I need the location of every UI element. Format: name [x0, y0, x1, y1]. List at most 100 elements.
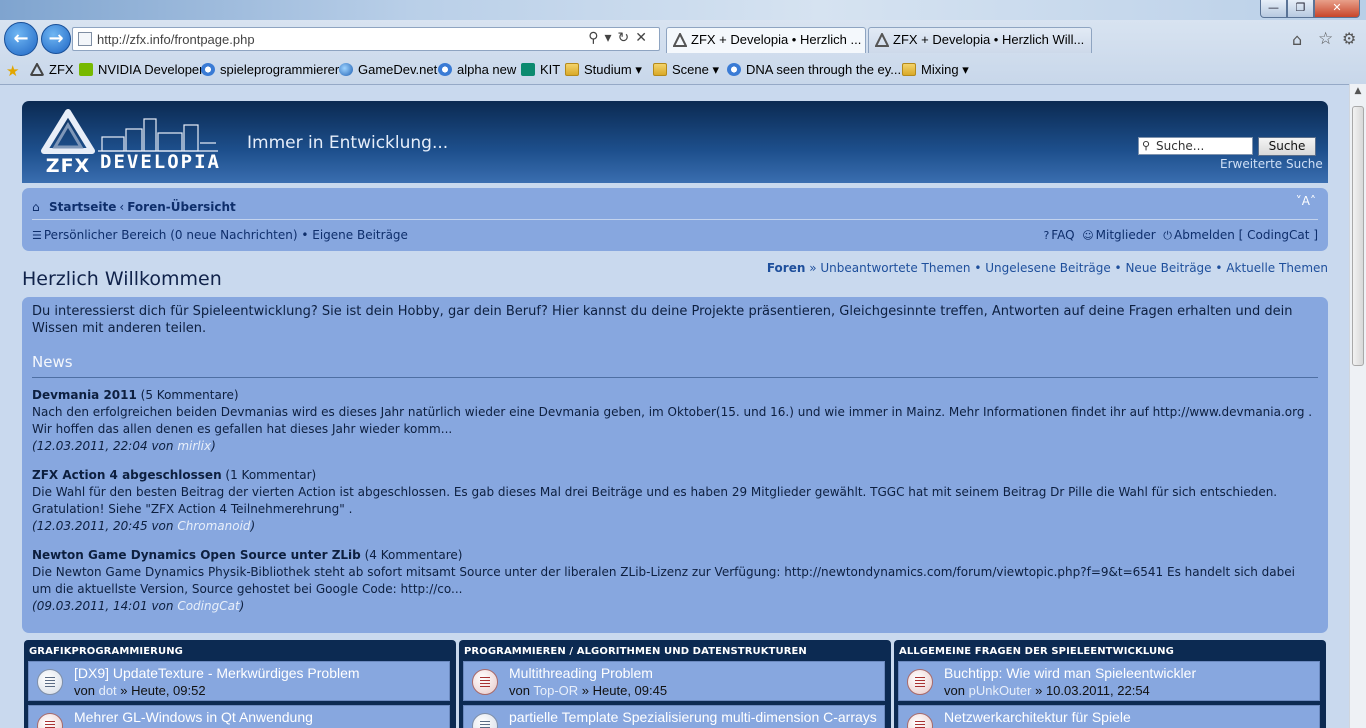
- own-posts-link[interactable]: Eigene Beiträge: [312, 228, 408, 242]
- favorite-gamedev[interactable]: GameDev.net: [339, 62, 437, 77]
- welcome-panel: Du interessierst dich für Spieleentwickl…: [22, 297, 1328, 633]
- favorite-spieleprogrammierer[interactable]: spieleprogrammierer: [201, 62, 339, 77]
- ucp-link[interactable]: Persönlicher Bereich: [44, 228, 167, 242]
- site-header: ZFX DEVELOPIA Immer in Entwicklung... ⚲ …: [22, 101, 1328, 183]
- tab-label: ZFX + Developia • Herzlich Will...: [893, 32, 1085, 47]
- tab-active[interactable]: ZFX + Developia • Herzlich ...: [666, 27, 866, 53]
- new-posts-link[interactable]: Neue Beiträge: [1125, 261, 1211, 275]
- topic-author[interactable]: pUnkOuter: [969, 683, 1032, 698]
- topic-row[interactable]: partielle Template Spezialisierung multi…: [463, 705, 885, 728]
- search-input[interactable]: ⚲ Suche...: [1138, 137, 1253, 155]
- favorite-folder-studium[interactable]: Studium ▾: [565, 62, 642, 78]
- news-author[interactable]: CodingCat: [177, 599, 239, 613]
- username[interactable]: CodingCat: [1247, 228, 1309, 242]
- topic-author[interactable]: Top-OR: [533, 683, 578, 698]
- zfx-icon: [30, 63, 44, 76]
- zfx-logo-icon: [875, 33, 889, 47]
- news-meta: (12.03.2011, 22:04 von mirlix): [32, 439, 216, 453]
- news-author[interactable]: Chromanoid: [177, 519, 250, 533]
- topic-row[interactable]: Mehrer GL-Windows in Qt Anwendung: [28, 705, 450, 728]
- topic-row[interactable]: Buchtipp: Wie wird man Spieleentwickler …: [898, 661, 1320, 701]
- gear-icon[interactable]: ⚙: [1342, 29, 1356, 48]
- zfx-logo-icon: [41, 109, 95, 154]
- tab-inactive[interactable]: ZFX + Developia • Herzlich Will...: [868, 27, 1092, 53]
- chevron-down-icon[interactable]: ▾: [605, 30, 618, 46]
- font-size-toggle[interactable]: ˅A˄: [1296, 194, 1316, 208]
- home-icon[interactable]: ⌂: [1292, 30, 1302, 49]
- news-author[interactable]: mirlix: [177, 439, 211, 453]
- favorite-nvidia[interactable]: NVIDIA Developer: [79, 62, 204, 77]
- search-button[interactable]: Suche: [1258, 137, 1316, 156]
- address-url[interactable]: http://zfx.info/frontpage.php: [97, 32, 255, 47]
- topic-unread-icon: [907, 669, 933, 695]
- logout-link[interactable]: Abmelden: [1174, 228, 1235, 242]
- scroll-thumb[interactable]: [1352, 106, 1364, 366]
- active-topics-link[interactable]: Aktuelle Themen: [1226, 261, 1328, 275]
- forum-column-title[interactable]: GRAFIKPROGRAMMIERUNG: [29, 646, 183, 657]
- news-meta: (12.03.2011, 20:45 von Chromanoid): [32, 519, 256, 533]
- favorites-button[interactable]: ★: [6, 62, 24, 80]
- topic-title[interactable]: Mehrer GL-Windows in Qt Anwendung: [74, 709, 313, 725]
- news-comments-link[interactable]: 5 Kommentare: [145, 388, 234, 402]
- news-item: Devmania 2011 (5 Kommentare) Nach den er…: [32, 388, 1313, 453]
- user-control-links: ☰ Persönlicher Bereich (0 neue Nachrichte…: [32, 228, 408, 242]
- news-title[interactable]: ZFX Action 4 abgeschlossen: [32, 468, 222, 482]
- favorite-alpha-new[interactable]: alpha new: [438, 62, 516, 77]
- forum-column-title[interactable]: PROGRAMMIEREN / ALGORITHMEN UND DATENSTR…: [464, 646, 807, 657]
- forward-button[interactable]: →: [41, 24, 71, 54]
- site-tagline: Immer in Entwicklung...: [247, 133, 449, 153]
- chevron-down-icon: ▾: [712, 62, 720, 77]
- scroll-up-icon[interactable]: ▲: [1352, 86, 1364, 98]
- topic-title[interactable]: partielle Template Spezialisierung multi…: [509, 709, 877, 725]
- close-window-button[interactable]: ✕: [1314, 0, 1360, 18]
- favorites-star-icon[interactable]: ☆: [1318, 29, 1333, 49]
- browser-chrome: — ❐ ✕ ← → http://zfx.info/frontpage.php …: [0, 0, 1366, 84]
- favorite-kit[interactable]: KIT: [521, 62, 560, 77]
- breadcrumb-forum-index[interactable]: Foren-Übersicht: [127, 200, 236, 214]
- site-logo[interactable]: ZFX: [38, 109, 98, 177]
- favorites-bar: ★ ZFX NVIDIA Developer spieleprogrammier…: [0, 58, 1366, 82]
- messages-link[interactable]: neue Nachrichten: [186, 228, 293, 242]
- quick-links: Foren » Unbeantwortete Themen • Ungelese…: [766, 261, 1328, 275]
- topic-author[interactable]: dot: [99, 683, 117, 698]
- favorite-zfx[interactable]: ZFX: [30, 62, 74, 77]
- breadcrumb-home[interactable]: Startseite: [49, 200, 116, 214]
- unanswered-link[interactable]: Unbeantwortete Themen: [820, 261, 970, 275]
- advanced-search-link[interactable]: Erweiterte Suche: [1220, 157, 1323, 171]
- news-body: Die Newton Game Dynamics Physik-Biblioth…: [32, 565, 1295, 596]
- favorite-folder-mixing[interactable]: Mixing ▾: [902, 62, 969, 78]
- forums-link[interactable]: Foren: [767, 261, 806, 275]
- search-icon[interactable]: ⚲: [588, 30, 604, 46]
- news-comments-link[interactable]: 1 Kommentar: [230, 468, 311, 482]
- forum-column-title[interactable]: ALLGEMEINE FRAGEN DER SPIELEENTWICKLUNG: [899, 646, 1174, 657]
- members-link[interactable]: Mitglieder: [1096, 228, 1156, 242]
- stop-icon[interactable]: ✕: [635, 30, 653, 46]
- address-tools: ⚲▾↻✕: [588, 30, 653, 46]
- forum-column-general: ALLGEMEINE FRAGEN DER SPIELEENTWICKLUNG …: [894, 640, 1326, 728]
- unread-link[interactable]: Ungelesene Beiträge: [985, 261, 1110, 275]
- topic-row[interactable]: Multithreading Problem von Top-OR » Heut…: [463, 661, 885, 701]
- topic-title[interactable]: Netzwerkarchitektur für Spiele: [944, 709, 1131, 725]
- favorite-dna[interactable]: DNA seen through the ey...: [727, 62, 901, 77]
- faq-link[interactable]: FAQ: [1051, 228, 1074, 242]
- topic-meta: von dot » Heute, 09:52: [74, 683, 206, 698]
- news-comments-link[interactable]: 4 Kommentare: [369, 548, 458, 562]
- topic-title[interactable]: Multithreading Problem: [509, 665, 653, 681]
- topic-row[interactable]: [DX9] UpdateTexture - Merkwürdiges Probl…: [28, 661, 450, 701]
- maximize-button[interactable]: ❐: [1287, 0, 1314, 18]
- topic-title[interactable]: Buchtipp: Wie wird man Spieleentwickler: [944, 665, 1196, 681]
- messages-count[interactable]: 0: [175, 228, 183, 242]
- news-title[interactable]: Newton Game Dynamics Open Source unter Z…: [32, 548, 361, 562]
- home-icon[interactable]: ⌂: [32, 200, 40, 214]
- vertical-scrollbar[interactable]: ▲: [1349, 84, 1366, 728]
- folder-icon: [902, 63, 916, 76]
- search-placeholder: Suche...: [1156, 139, 1205, 153]
- favorite-folder-scene[interactable]: Scene ▾: [653, 62, 719, 78]
- refresh-icon[interactable]: ↻: [618, 30, 636, 46]
- address-bar[interactable]: http://zfx.info/frontpage.php ⚲▾↻✕: [72, 27, 660, 51]
- topic-title[interactable]: [DX9] UpdateTexture - Merkwürdiges Probl…: [74, 665, 360, 681]
- news-title[interactable]: Devmania 2011: [32, 388, 137, 402]
- back-button[interactable]: ←: [4, 22, 38, 56]
- topic-row[interactable]: Netzwerkarchitektur für Spiele: [898, 705, 1320, 728]
- minimize-button[interactable]: —: [1260, 0, 1287, 18]
